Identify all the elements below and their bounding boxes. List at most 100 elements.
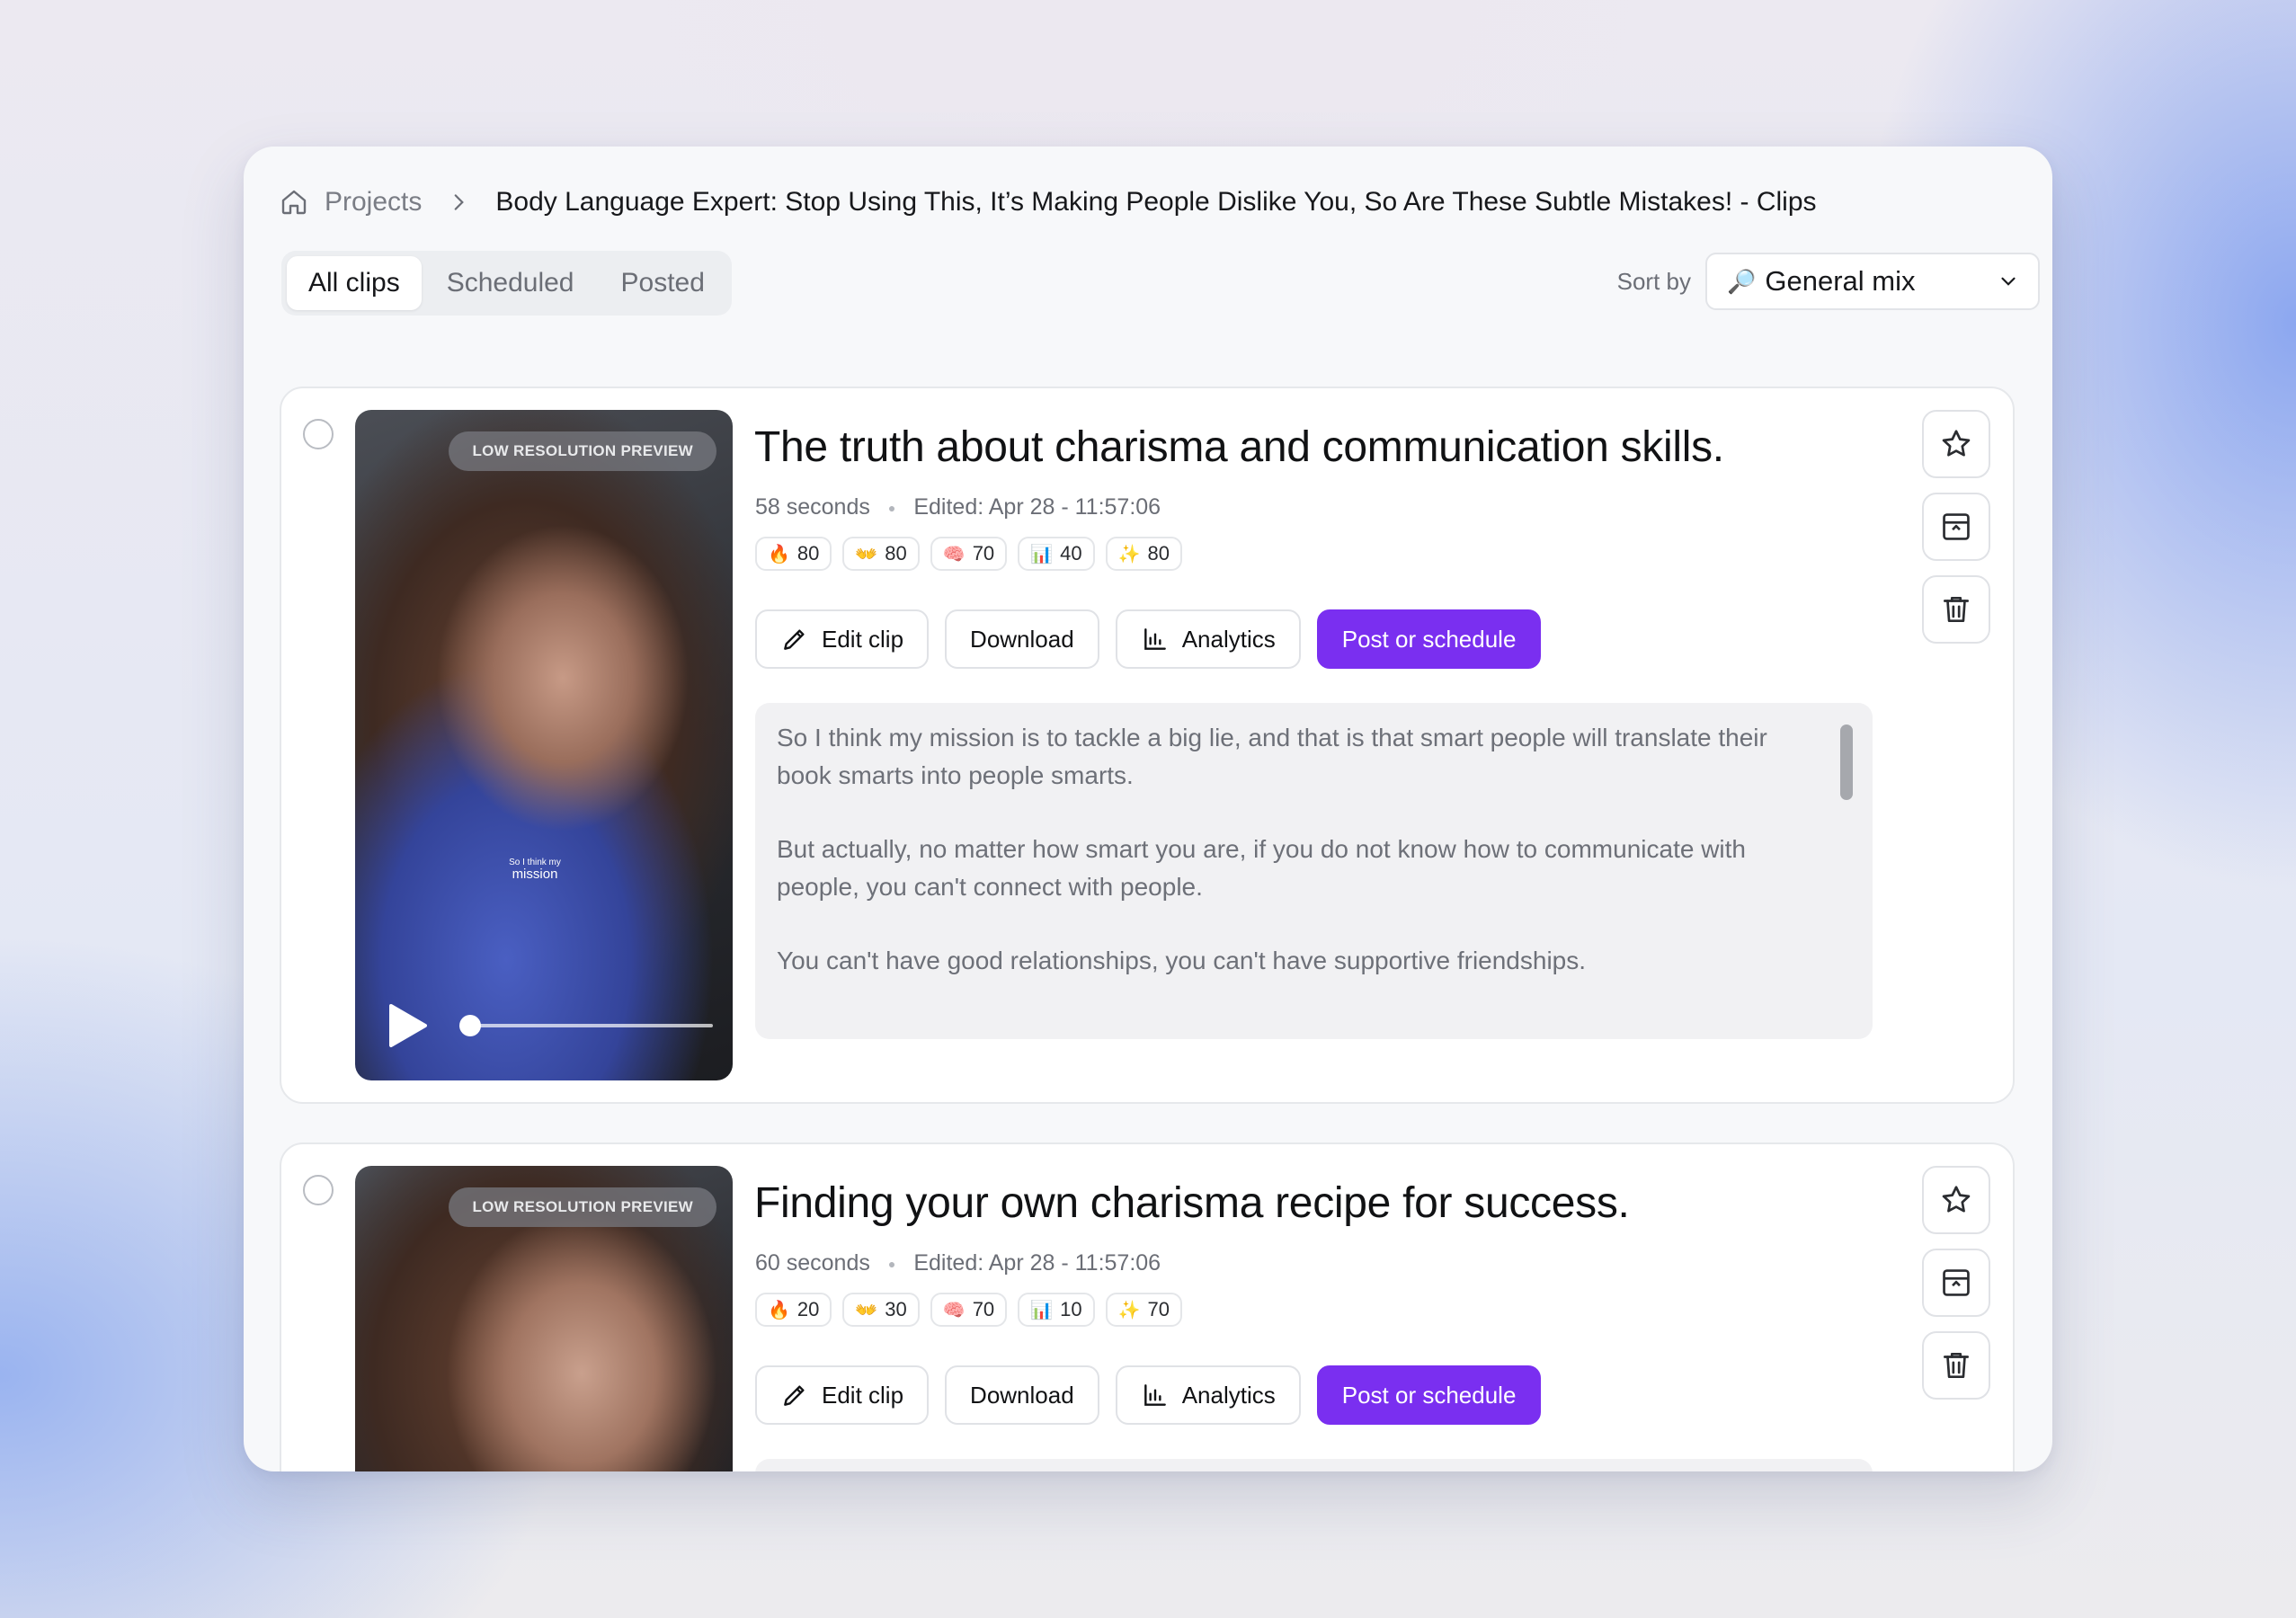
favorite-button[interactable] bbox=[1922, 410, 1990, 478]
sparkles-icon: ✨ bbox=[1117, 544, 1141, 565]
trash-icon bbox=[1943, 596, 1970, 623]
edit-clip-label: Edit clip bbox=[822, 625, 904, 653]
post-or-schedule-button[interactable]: Post or schedule bbox=[1316, 1365, 1542, 1425]
score-badge: 🧠 70 bbox=[930, 537, 1008, 571]
clip-title: The truth about charisma and communicati… bbox=[754, 423, 1724, 471]
favorite-button[interactable] bbox=[1922, 1166, 1990, 1234]
hands-icon: 👐 bbox=[855, 1300, 878, 1320]
analytics-label: Analytics bbox=[1181, 1381, 1276, 1409]
clip-filter-tabs: All clips Scheduled Posted bbox=[281, 251, 732, 316]
bar-chart-icon: 📊 bbox=[1030, 1300, 1054, 1320]
score-value: 80 bbox=[1147, 542, 1170, 565]
score-value: 10 bbox=[1060, 1298, 1082, 1320]
score-badge: ✨ 80 bbox=[1105, 537, 1182, 571]
analytics-button[interactable]: Analytics bbox=[1115, 609, 1301, 669]
clip-title: Finding your own charisma recipe for suc… bbox=[754, 1179, 1630, 1227]
sort-control: Sort by 🔎 General mix bbox=[1617, 253, 2040, 310]
download-label: Download bbox=[970, 1381, 1074, 1409]
clip-select-checkbox[interactable] bbox=[303, 419, 334, 449]
tab-scheduled[interactable]: Scheduled bbox=[425, 256, 596, 310]
transcript-paragraph: But actually, no matter how smart you ar… bbox=[777, 835, 1746, 901]
score-value: 80 bbox=[796, 542, 820, 565]
analytics-label: Analytics bbox=[1181, 625, 1276, 653]
magnifier-icon: 🔎 bbox=[1727, 267, 1757, 295]
tab-posted[interactable]: Posted bbox=[600, 256, 726, 310]
archive-button[interactable] bbox=[1922, 493, 1990, 561]
clip-video-preview[interactable]: LOW RESOLUTION PREVIEW bbox=[355, 1166, 733, 1471]
bar-chart-icon: 📊 bbox=[1030, 544, 1054, 565]
clip-card: LOW RESOLUTION PREVIEW So I think my mis… bbox=[280, 387, 2015, 1104]
clip-select-checkbox[interactable] bbox=[303, 1175, 334, 1205]
edit-clip-button[interactable]: Edit clip bbox=[755, 1365, 930, 1425]
caption-big: mission bbox=[512, 867, 558, 882]
transcript-scrollbar[interactable] bbox=[1840, 725, 1853, 800]
analytics-icon bbox=[1144, 1384, 1166, 1406]
archive-icon bbox=[1943, 513, 1970, 540]
clip-duration: 60 seconds bbox=[755, 1250, 870, 1276]
score-badges: 🔥 20 👐 30 🧠 70 📊 10 ✨ 70 bbox=[755, 1293, 1182, 1327]
separator-dot: ● bbox=[887, 500, 896, 515]
sparkles-icon: ✨ bbox=[1117, 1300, 1141, 1320]
brain-icon: 🧠 bbox=[942, 544, 966, 565]
edit-clip-button[interactable]: Edit clip bbox=[755, 609, 930, 669]
analytics-icon bbox=[1144, 628, 1166, 650]
score-badge: 🔥 80 bbox=[755, 537, 832, 571]
clip-video-preview[interactable]: LOW RESOLUTION PREVIEW So I think my mis… bbox=[355, 410, 733, 1080]
fire-icon: 🔥 bbox=[768, 1300, 790, 1320]
edit-clip-label: Edit clip bbox=[822, 1381, 904, 1409]
chevron-right-icon bbox=[455, 194, 465, 210]
video-progress-track[interactable] bbox=[468, 1024, 713, 1027]
score-badge: 📊 10 bbox=[1018, 1293, 1095, 1327]
clip-card: LOW RESOLUTION PREVIEW Finding your own … bbox=[280, 1142, 2015, 1471]
score-value: 70 bbox=[1147, 1298, 1170, 1320]
score-value: 40 bbox=[1060, 542, 1082, 565]
clip-actions: Edit clip Download Analytics Post or sch… bbox=[755, 1365, 1542, 1425]
sort-select[interactable]: 🔎 General mix bbox=[1705, 253, 2040, 310]
score-value: 20 bbox=[796, 1298, 820, 1320]
score-badge: 👐 30 bbox=[842, 1293, 920, 1327]
post-or-schedule-button[interactable]: Post or schedule bbox=[1316, 609, 1542, 669]
archive-icon bbox=[1943, 1269, 1970, 1296]
score-badges: 🔥 80 👐 80 🧠 70 📊 40 ✨ 80 bbox=[755, 537, 1182, 571]
delete-button[interactable] bbox=[1922, 575, 1990, 644]
pencil-icon bbox=[784, 1385, 805, 1406]
video-progress-handle[interactable] bbox=[459, 1015, 481, 1036]
score-badge: 🔥 20 bbox=[755, 1293, 832, 1327]
score-badge: 🧠 70 bbox=[930, 1293, 1008, 1327]
score-value: 70 bbox=[972, 1298, 995, 1320]
home-icon[interactable] bbox=[280, 188, 308, 217]
analytics-button[interactable]: Analytics bbox=[1115, 1365, 1301, 1425]
low-resolution-badge: LOW RESOLUTION PREVIEW bbox=[449, 1187, 716, 1227]
trash-icon bbox=[1943, 1352, 1970, 1379]
transcript-box[interactable] bbox=[755, 1459, 1873, 1471]
sort-value: General mix bbox=[1765, 265, 1916, 297]
tab-all-clips[interactable]: All clips bbox=[287, 256, 422, 310]
score-value: 30 bbox=[885, 1298, 907, 1320]
breadcrumb-projects-link[interactable]: Projects bbox=[325, 187, 422, 218]
transcript-paragraph: You can't have good relationships, you c… bbox=[777, 947, 1587, 974]
score-value: 80 bbox=[885, 542, 907, 565]
low-resolution-badge: LOW RESOLUTION PREVIEW bbox=[449, 431, 716, 471]
hands-icon: 👐 bbox=[855, 544, 878, 565]
clip-edited-time: Edited: Apr 28 - 11:57:06 bbox=[913, 494, 1161, 520]
download-button[interactable]: Download bbox=[945, 609, 1099, 669]
sort-label: Sort by bbox=[1616, 267, 1691, 295]
score-badge: 📊 40 bbox=[1018, 537, 1095, 571]
clip-meta: 60 seconds ● Edited: Apr 28 - 11:57:06 bbox=[755, 1250, 1161, 1276]
separator-dot: ● bbox=[887, 1256, 896, 1271]
transcript-box[interactable]: So I think my mission is to tackle a big… bbox=[755, 703, 1873, 1039]
delete-button[interactable] bbox=[1922, 1331, 1990, 1400]
fire-icon: 🔥 bbox=[768, 544, 790, 565]
score-value: 70 bbox=[972, 542, 995, 565]
download-button[interactable]: Download bbox=[945, 1365, 1099, 1425]
star-icon bbox=[1942, 1186, 1971, 1213]
brain-icon: 🧠 bbox=[942, 1300, 966, 1320]
star-icon bbox=[1942, 430, 1971, 457]
post-or-schedule-label: Post or schedule bbox=[1341, 625, 1517, 653]
clip-duration: 58 seconds bbox=[755, 494, 870, 520]
breadcrumb: Projects Body Language Expert: Stop Usin… bbox=[280, 184, 1817, 220]
play-icon[interactable] bbox=[387, 1003, 427, 1048]
archive-button[interactable] bbox=[1922, 1249, 1990, 1317]
pencil-icon bbox=[784, 629, 805, 650]
clips-window: Projects Body Language Expert: Stop Usin… bbox=[244, 147, 2052, 1471]
